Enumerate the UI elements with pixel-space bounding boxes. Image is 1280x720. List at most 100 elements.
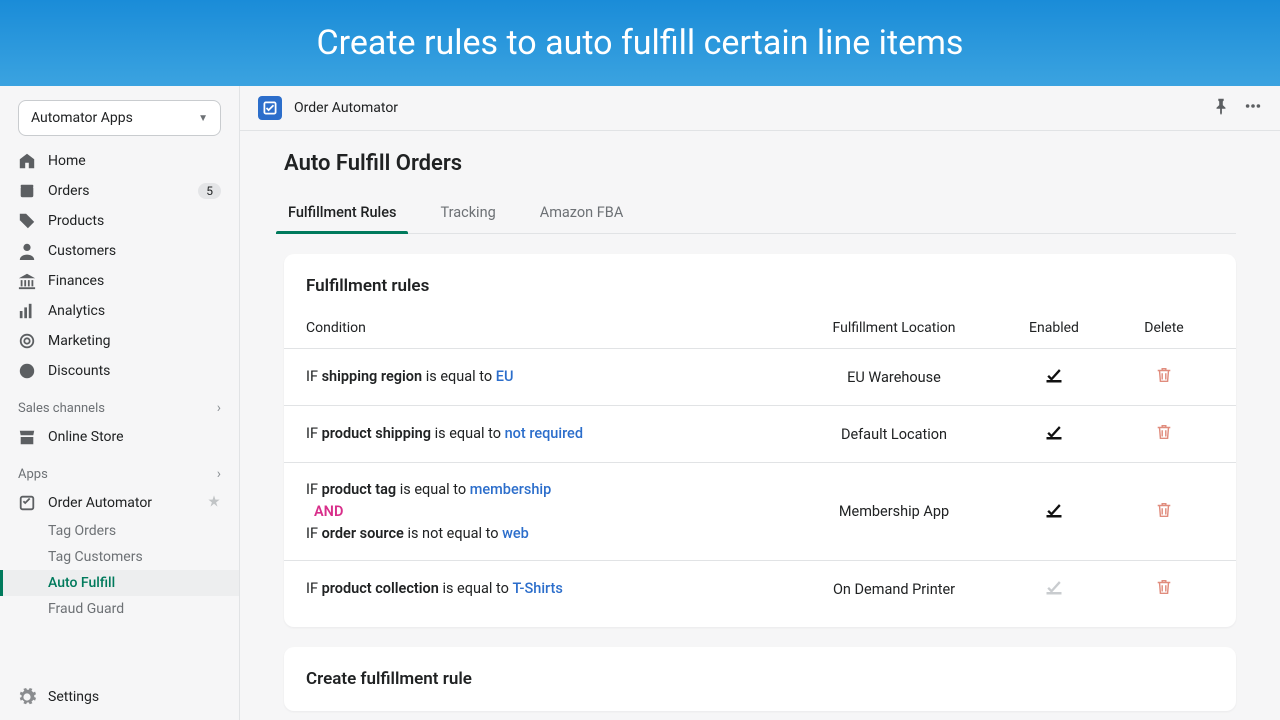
chevron-right-icon: › xyxy=(217,400,221,416)
table-header: Condition Fulfillment Location Enabled D… xyxy=(284,312,1236,348)
col-delete: Delete xyxy=(1114,320,1214,336)
subnav-auto-fulfill[interactable]: Auto Fulfill xyxy=(0,570,239,596)
store-selector[interactable]: Automator Apps ▼ xyxy=(18,100,221,136)
delete-cell xyxy=(1114,501,1214,523)
more-icon[interactable] xyxy=(1244,97,1262,119)
nav-discounts[interactable]: Discounts xyxy=(0,356,239,386)
gear-icon xyxy=(18,688,36,706)
cond-op: is equal to xyxy=(442,580,512,597)
cond-field: product tag xyxy=(322,481,397,498)
condition-cell: IF shipping region is equal to EU xyxy=(306,366,794,388)
create-rule-title: Create fulfillment rule xyxy=(306,669,1214,689)
condition-cell: IF product tag is equal to membershipAND… xyxy=(306,479,794,544)
enabled-cell xyxy=(994,500,1114,524)
delete-cell xyxy=(1114,423,1214,445)
nav-home[interactable]: Home xyxy=(0,146,239,176)
section-text: Apps xyxy=(18,467,48,482)
enabled-cell xyxy=(994,422,1114,446)
nav-online-store[interactable]: Online Store xyxy=(0,422,239,452)
pin-icon[interactable] xyxy=(1212,97,1230,119)
tab-tracking[interactable]: Tracking xyxy=(436,194,499,233)
person-icon xyxy=(18,242,36,260)
home-icon xyxy=(18,152,36,170)
app-name: Order Automator xyxy=(294,100,1200,116)
nav-order-automator[interactable]: Order Automator xyxy=(0,488,239,518)
nav-label: Marketing xyxy=(48,333,221,349)
cond-if: IF xyxy=(306,525,322,542)
cond-op: is not equal to xyxy=(407,525,502,542)
nav-label: Settings xyxy=(48,689,221,705)
chevron-down-icon: ▼ xyxy=(198,113,208,124)
app-topbar: Order Automator xyxy=(240,86,1280,131)
enabled-toggle-icon[interactable] xyxy=(1044,422,1064,442)
chevron-right-icon: › xyxy=(217,466,221,482)
location-cell: Membership App xyxy=(794,503,994,520)
condition-line: IF product collection is equal to T-Shir… xyxy=(306,578,794,600)
nav-label: Customers xyxy=(48,243,221,259)
trash-icon[interactable] xyxy=(1155,366,1173,384)
nav-label: Home xyxy=(48,153,221,169)
subnav-tag-customers[interactable]: Tag Customers xyxy=(0,544,239,570)
enabled-toggle-icon[interactable] xyxy=(1044,577,1064,597)
analytics-icon xyxy=(18,302,36,320)
pin-icon[interactable] xyxy=(207,494,221,512)
page-title: Auto Fulfill Orders xyxy=(284,151,1236,176)
nav-analytics[interactable]: Analytics xyxy=(0,296,239,326)
nav-label: Orders xyxy=(48,183,186,199)
nav-products[interactable]: Products xyxy=(0,206,239,236)
condition-line: IF order source is not equal to web xyxy=(306,523,794,545)
rules-card: Fulfillment rules Condition Fulfillment … xyxy=(284,254,1236,627)
main-content: Order Automator Auto Fulfill Orders Fulf… xyxy=(240,86,1280,720)
delete-cell xyxy=(1114,366,1214,388)
tag-icon xyxy=(18,212,36,230)
target-icon xyxy=(18,332,36,350)
table-row: IF shipping region is equal to EUEU Ware… xyxy=(284,348,1236,405)
trash-icon[interactable] xyxy=(1155,423,1173,441)
condition-cell: IF product collection is equal to T-Shir… xyxy=(306,578,794,600)
nav-marketing[interactable]: Marketing xyxy=(0,326,239,356)
trash-icon[interactable] xyxy=(1155,578,1173,596)
cond-value: EU xyxy=(496,368,514,385)
app-list-icon xyxy=(18,494,36,512)
sales-channels-heading[interactable]: Sales channels › xyxy=(0,386,239,422)
subnav-tag-orders[interactable]: Tag Orders xyxy=(0,518,239,544)
orders-badge: 5 xyxy=(198,183,221,199)
hero-title: Create rules to auto fulfill certain lin… xyxy=(317,23,964,63)
cond-value: web xyxy=(502,525,529,542)
cond-field: product shipping xyxy=(322,425,431,442)
subnav-fraud-guard[interactable]: Fraud Guard xyxy=(0,596,239,622)
enabled-cell xyxy=(994,577,1114,601)
nav-settings[interactable]: Settings xyxy=(0,682,239,720)
rules-table: Condition Fulfillment Location Enabled D… xyxy=(284,312,1236,617)
tab-amazon-fba[interactable]: Amazon FBA xyxy=(536,194,628,233)
enabled-toggle-icon[interactable] xyxy=(1044,500,1064,520)
condition-cell: IF product shipping is equal to not requ… xyxy=(306,423,794,445)
nav-label: Order Automator xyxy=(48,495,152,511)
nav-label: Analytics xyxy=(48,303,221,319)
nav-customers[interactable]: Customers xyxy=(0,236,239,266)
cond-if: IF xyxy=(306,481,322,498)
nav-orders[interactable]: Orders 5 xyxy=(0,176,239,206)
create-rule-card: Create fulfillment rule xyxy=(284,647,1236,711)
table-row: IF product shipping is equal to not requ… xyxy=(284,405,1236,462)
location-cell: On Demand Printer xyxy=(794,581,994,598)
col-condition: Condition xyxy=(306,320,794,336)
enabled-cell xyxy=(994,365,1114,389)
cond-op: is equal to xyxy=(435,425,505,442)
enabled-toggle-icon[interactable] xyxy=(1044,365,1064,385)
cond-op: is equal to xyxy=(426,368,496,385)
nav-label: Online Store xyxy=(48,429,221,445)
nav-finances[interactable]: Finances xyxy=(0,266,239,296)
app-icon xyxy=(258,96,282,120)
apps-heading[interactable]: Apps › xyxy=(0,452,239,488)
nav-label: Discounts xyxy=(48,363,221,379)
section-text: Sales channels xyxy=(18,401,105,416)
location-cell: EU Warehouse xyxy=(794,369,994,386)
cond-if: IF xyxy=(306,425,322,442)
tab-fulfillment-rules[interactable]: Fulfillment Rules xyxy=(284,194,400,233)
condition-and: AND xyxy=(306,501,794,523)
bank-icon xyxy=(18,272,36,290)
cond-field: order source xyxy=(322,525,404,542)
nav-label: Products xyxy=(48,213,221,229)
trash-icon[interactable] xyxy=(1155,501,1173,519)
